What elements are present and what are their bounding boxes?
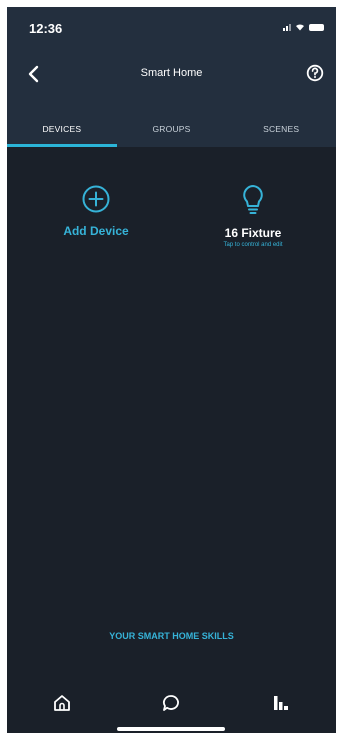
help-icon[interactable]: [306, 64, 324, 82]
tab-scenes[interactable]: SCENES: [226, 111, 336, 147]
tab-label: GROUPS: [152, 124, 191, 134]
battery-icon: [309, 23, 324, 31]
tab-devices[interactable]: DEVICES: [7, 111, 117, 147]
smart-home-skills-link[interactable]: YOUR SMART HOME SKILLS: [7, 631, 336, 641]
status-time: 12:36: [29, 21, 63, 36]
plus-circle-icon: [82, 185, 110, 213]
nav-communicate-button[interactable]: [149, 683, 193, 723]
tab-bar: DEVICES GROUPS SCENES: [7, 111, 336, 147]
lightbulb-icon: [243, 185, 263, 214]
tab-label: SCENES: [263, 124, 300, 134]
status-bar: 12:36: [7, 7, 336, 47]
home-icon: [53, 695, 70, 711]
nav-devices-button[interactable]: [259, 683, 303, 723]
signal-icon: [283, 23, 291, 31]
app-screen: 12:36 Smart Home DEVICES GROUPS SCENES A…: [7, 7, 336, 733]
home-indicator[interactable]: [117, 727, 225, 731]
header: Smart Home: [7, 57, 336, 91]
fixture-device-tile[interactable]: 16 Fixture Tap to control and edit: [195, 184, 311, 248]
top-bar: 12:36 Smart Home DEVICES GROUPS SCENES: [7, 7, 336, 147]
chat-bubble-icon: [163, 695, 180, 711]
fixture-subtext: Tap to control and edit: [223, 242, 283, 248]
status-icons: [283, 23, 324, 31]
tab-label: DEVICES: [42, 124, 82, 134]
devices-content: Add Device 16 Fixture Tap to control and…: [7, 147, 336, 733]
tab-groups[interactable]: GROUPS: [117, 111, 227, 147]
nav-home-button[interactable]: [40, 683, 84, 723]
wifi-icon: [296, 24, 304, 31]
fixture-label: 16 Fixture: [224, 226, 282, 240]
devices-icon: [274, 696, 289, 710]
add-device-tile[interactable]: Add Device: [52, 184, 140, 238]
add-device-label: Add Device: [63, 224, 129, 238]
page-title: Smart Home: [140, 67, 203, 79]
bottom-nav: [7, 673, 336, 733]
